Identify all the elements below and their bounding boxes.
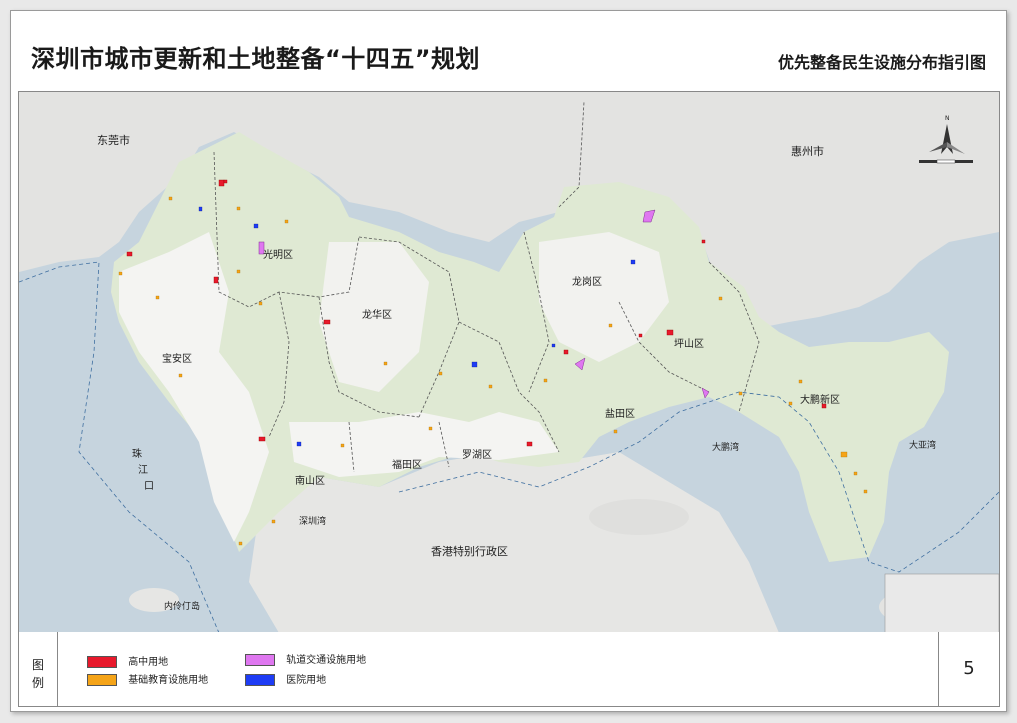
legend-title: 图 例 [19, 632, 58, 706]
label-nanshan: 南山区 [295, 474, 325, 487]
label-hongkong: 香港特别行政区 [431, 544, 508, 558]
legend-item-high-school: 高中用地 [87, 656, 168, 670]
page-number: 5 [938, 632, 999, 706]
legend-swatch-rail-transit [245, 654, 275, 666]
inset-map [884, 573, 999, 633]
scale-bar [919, 159, 973, 164]
hk-islands [589, 499, 689, 535]
label-zhujiang-1: 珠 [132, 447, 142, 460]
legend-title-line-2: 例 [31, 676, 44, 690]
label-daya-bay: 大亚湾 [909, 439, 936, 451]
legend-label-high-school: 高中用地 [128, 657, 169, 668]
legend-label-hospital: 医院用地 [286, 675, 327, 686]
legend-swatch-education [87, 674, 117, 686]
main-title: 深圳市城市更新和土地整备“十四五”规划 [31, 45, 481, 73]
label-zhujiang-3: 口 [144, 481, 154, 492]
legend-item-hospital: 医院用地 [245, 674, 326, 688]
legend-label-rail-transit: 轨道交通设施用地 [286, 655, 367, 666]
label-shenzhen-bay: 深圳湾 [299, 515, 326, 527]
label-pingshan: 坪山区 [674, 337, 704, 350]
label-longgang: 龙岗区 [572, 275, 602, 288]
legend-label-education: 基础教育设施用地 [128, 675, 209, 686]
legend-swatch-hospital [245, 674, 275, 686]
label-neilingding: 内伶仃岛 [164, 600, 200, 612]
label-guangming: 光明区 [263, 248, 293, 261]
label-zhujiang-2: 江 [138, 464, 148, 476]
label-dapeng-bay: 大鹏湾 [712, 441, 739, 453]
map-canvas[interactable]: 东莞市 惠州市 光明区 宝安区 龙华区 龙岗区 坪山区 大鹏新区 盐田区 罗湖区… [19, 92, 999, 633]
label-futian: 福田区 [392, 458, 422, 471]
legend-item-rail-transit: 轨道交通设施用地 [245, 654, 366, 668]
map-sheet: 深圳市城市更新和土地整备“十四五”规划 优先整备民生设施分布指引图 东莞市 惠州… [10, 10, 1007, 712]
legend-item-education: 基础教育设施用地 [87, 674, 208, 688]
svg-text:N: N [945, 115, 950, 122]
header: 深圳市城市更新和土地整备“十四五”规划 优先整备民生设施分布指引图 [11, 11, 1006, 91]
label-dongguan: 东莞市 [97, 133, 130, 147]
label-yantian: 盐田区 [605, 407, 635, 420]
legend-title-line-1: 图 [31, 658, 44, 672]
legend-swatch-high-school [87, 656, 117, 668]
legend: 图 例 高中用地 轨道交通设施用地 基础教育设施用地 医院用地 5 [18, 632, 1000, 707]
label-baoan: 宝安区 [162, 352, 192, 365]
label-dapeng: 大鹏新区 [800, 393, 840, 406]
map-frame[interactable]: 东莞市 惠州市 光明区 宝安区 龙华区 龙岗区 坪山区 大鹏新区 盐田区 罗湖区… [18, 91, 1000, 634]
label-longhua: 龙华区 [362, 308, 392, 321]
sub-title: 优先整备民生设施分布指引图 [777, 53, 986, 72]
label-luohu: 罗湖区 [462, 449, 492, 461]
label-huizhou: 惠州市 [791, 144, 824, 158]
